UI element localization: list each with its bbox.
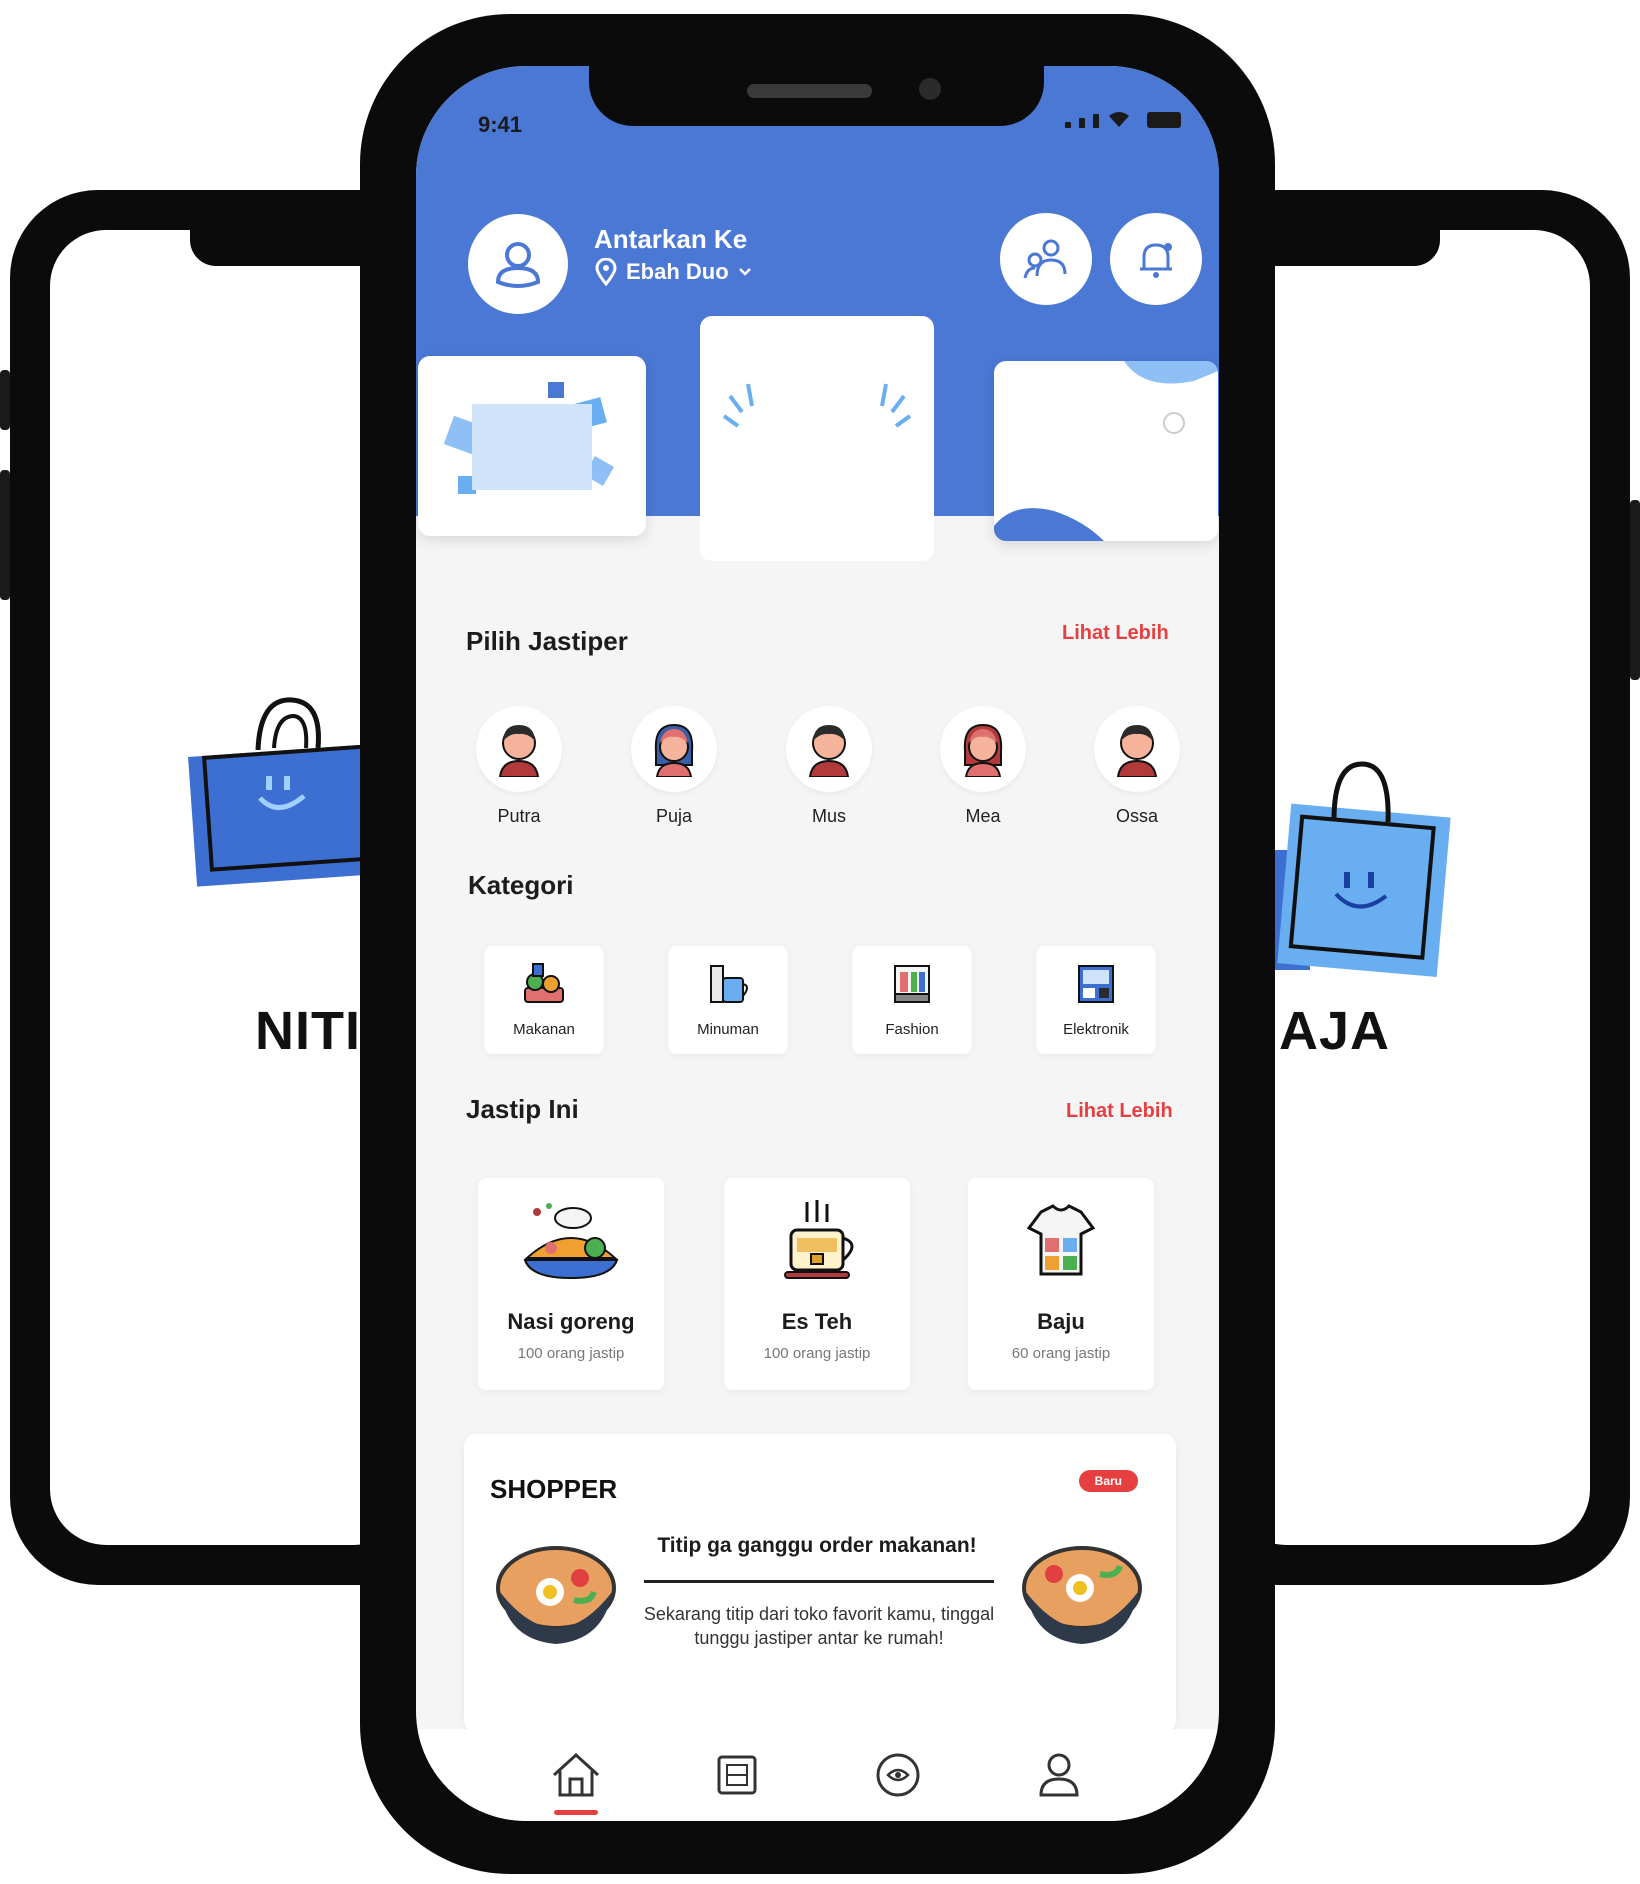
male-avatar-icon <box>1116 725 1158 777</box>
location-text: Ebah Duo <box>626 259 729 284</box>
category-card[interactable]: Minuman <box>668 946 788 1054</box>
notification-button[interactable] <box>1110 213 1202 305</box>
fashion-icon <box>894 965 930 1003</box>
electronics-icon <box>1078 965 1114 1003</box>
shopper-headline: Titip ga ganggu order makanan! <box>657 1534 977 1557</box>
category-label: Fashion <box>885 1021 939 1038</box>
tea-icon <box>784 1200 854 1279</box>
community-button[interactable] <box>1000 213 1092 305</box>
product-subtitle: 100 orang jastip <box>763 1345 871 1362</box>
new-badge: Baru <box>1078 1470 1138 1492</box>
jastiper-name: Ossa <box>1115 806 1158 826</box>
category-label: Makanan <box>513 1021 575 1038</box>
male-avatar-icon <box>808 725 850 777</box>
category-label: Minuman <box>697 1021 759 1038</box>
wave-decoration <box>994 361 1218 541</box>
female-avatar-icon <box>654 723 694 777</box>
user-avatar-icon <box>495 242 541 288</box>
background-phone-right-screen <box>1230 230 1590 1545</box>
main-phone: 9:41 Antarkan Ke Ebah Duo Pilih Jastiper… <box>360 14 1275 1874</box>
product-card[interactable]: Nasi goreng 100 orang jastip <box>478 1178 664 1390</box>
section-title-jastip: Jastip Ini <box>466 1094 579 1124</box>
nav-profile[interactable] <box>1029 1745 1089 1805</box>
noodle-bowl-icon <box>1022 1546 1142 1644</box>
confetti-decoration <box>443 382 615 494</box>
bell-icon <box>1140 243 1172 278</box>
speaker-grille <box>747 84 872 98</box>
shopper-title: SHOPPER <box>490 1474 618 1504</box>
shopper-promo-card[interactable]: SHOPPER Baru Titip ga ganggu order makan… <box>464 1434 1176 1732</box>
nav-orders[interactable] <box>707 1745 767 1805</box>
jastiper-item[interactable]: Puja <box>631 706 717 827</box>
orders-icon <box>717 1755 757 1795</box>
product-card[interactable]: Baju 60 orang jastip <box>968 1178 1154 1390</box>
sparkle-decoration <box>722 383 912 428</box>
side-button <box>1630 500 1640 680</box>
jastiper-item[interactable]: Mus <box>786 706 872 827</box>
jastiper-item[interactable]: Ossa <box>1094 706 1180 827</box>
see-more-jastip-link[interactable]: Lihat Lebih <box>1066 1100 1173 1123</box>
drink-icon <box>710 965 748 1003</box>
divider <box>644 1580 994 1583</box>
product-name: Nasi goreng <box>507 1309 635 1334</box>
location-selector[interactable]: Ebah Duo <box>594 258 753 286</box>
nav-home[interactable] <box>546 1745 606 1815</box>
app-screen: 9:41 Antarkan Ke Ebah Duo Pilih Jastiper… <box>416 66 1219 1821</box>
battery-icon <box>1147 112 1181 128</box>
jastiper-name: Mea <box>965 806 1001 826</box>
nav-chat[interactable] <box>868 1745 928 1805</box>
see-more-jastiper-link[interactable]: Lihat Lebih <box>1062 622 1169 645</box>
jastiper-name: Puja <box>655 806 693 826</box>
category-card[interactable]: Elektronik <box>1036 946 1156 1054</box>
signal-icon <box>1079 118 1085 128</box>
deliver-to-label: Antarkan Ke <box>594 224 748 254</box>
category-label: Elektronik <box>1063 1021 1129 1038</box>
signal-icon <box>1065 122 1071 128</box>
front-camera <box>919 78 941 100</box>
product-card[interactable]: Es Teh 100 orang jastip <box>724 1178 910 1390</box>
chevron-down-icon <box>738 268 751 276</box>
female-avatar-icon <box>963 723 1003 777</box>
product-name: Es Teh <box>781 1309 853 1334</box>
location-pin-icon <box>595 258 617 286</box>
phone-notch <box>589 66 1044 126</box>
side-button <box>0 470 10 600</box>
section-title-jastiper: Pilih Jastiper <box>466 626 628 656</box>
category-card[interactable]: Fashion <box>852 946 972 1054</box>
background-phone-left-screen <box>50 230 410 1545</box>
jastiper-name: Mus <box>811 806 846 826</box>
status-icons <box>1065 110 1181 128</box>
product-subtitle: 100 orang jastip <box>517 1345 625 1362</box>
shopper-body: Sekarang titip dari toko favorit kamu, t… <box>643 1604 995 1648</box>
profile-icon <box>1039 1753 1079 1797</box>
jastiper-item[interactable]: Putra <box>476 706 562 827</box>
fried-rice-icon <box>523 1203 619 1280</box>
side-button <box>0 370 10 430</box>
signal-icon <box>1093 114 1099 128</box>
product-name: Baju <box>1037 1309 1085 1334</box>
category-card[interactable]: Makanan <box>484 946 604 1054</box>
status-time: 9:41 <box>478 112 523 137</box>
jastiper-name: Putra <box>497 806 541 826</box>
bottom-navigation <box>416 1729 1219 1821</box>
promo-banner-3[interactable] <box>994 361 1218 541</box>
wifi-icon <box>1109 112 1129 127</box>
noodle-bowl-icon <box>496 1546 616 1644</box>
section-title-category: Kategori <box>468 870 574 900</box>
promo-banner-2[interactable] <box>700 316 934 561</box>
shopping-bag-icon <box>1260 761 1451 978</box>
people-icon <box>1023 239 1067 279</box>
user-avatar[interactable] <box>468 214 568 314</box>
jastiper-item[interactable]: Mea <box>940 706 1026 827</box>
home-icon <box>553 1752 600 1797</box>
shirt-icon <box>1026 1204 1096 1276</box>
male-avatar-icon <box>498 725 540 777</box>
product-subtitle: 60 orang jastip <box>1011 1345 1111 1362</box>
promo-banner-1[interactable] <box>418 356 646 536</box>
food-icon <box>524 963 564 1003</box>
chat-icon <box>876 1753 920 1797</box>
